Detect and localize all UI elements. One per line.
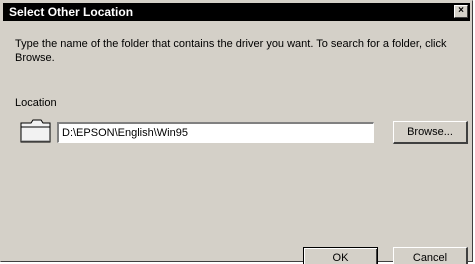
dialog-title: Select Other Location xyxy=(9,5,134,19)
location-label-text: Location xyxy=(15,97,57,109)
cancel-button[interactable]: Cancel xyxy=(393,247,468,264)
select-other-location-dialog: Select Other Location × Type the name of… xyxy=(0,0,473,264)
close-icon: × xyxy=(458,5,464,16)
location-path-input[interactable] xyxy=(57,122,374,143)
instructions-text: Type the name of the folder that contain… xyxy=(15,38,447,64)
folder-icon xyxy=(20,119,51,143)
location-label: Location xyxy=(15,97,57,109)
title-bar: Select Other Location × xyxy=(3,3,470,21)
ok-button[interactable]: OK xyxy=(303,247,378,264)
close-button[interactable]: × xyxy=(454,5,468,18)
browse-button[interactable]: Browse... xyxy=(393,121,468,144)
